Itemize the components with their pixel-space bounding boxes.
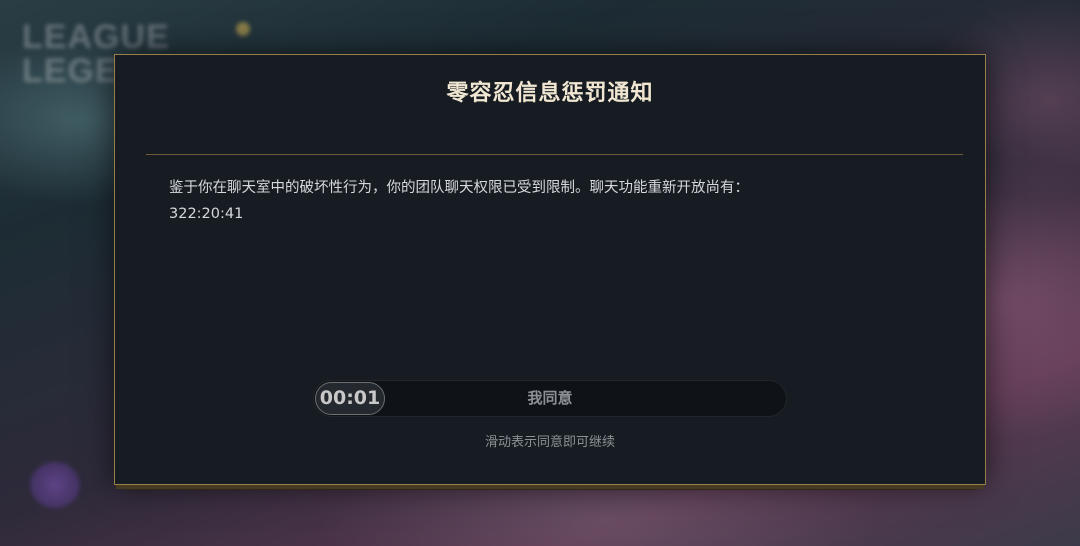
star-icon: [236, 22, 250, 36]
time-remaining: 322:20:41: [169, 206, 244, 222]
penalty-notice-dialog: 零容忍信息惩罚通知 鉴于你在聊天室中的破坏性行为，你的团队聊天权限已受到限制。聊…: [114, 54, 986, 485]
slider-knob-timer[interactable]: 00:01: [315, 382, 385, 415]
avatar: [30, 462, 80, 508]
agree-slider[interactable]: 我同意 00:01: [313, 380, 787, 417]
penalty-message: 鉴于你在聊天室中的破坏性行为，你的团队聊天权限已受到限制。聊天功能重新开放尚有：…: [169, 175, 949, 227]
dialog-bottom-edge: [126, 486, 976, 490]
message-text: 鉴于你在聊天室中的破坏性行为，你的团队聊天权限已受到限制。聊天功能重新开放尚有：: [169, 180, 749, 196]
title-divider: [146, 154, 963, 155]
dialog-title: 零容忍信息惩罚通知: [446, 81, 654, 106]
slide-hint: 滑动表示同意即可继续: [484, 435, 615, 450]
